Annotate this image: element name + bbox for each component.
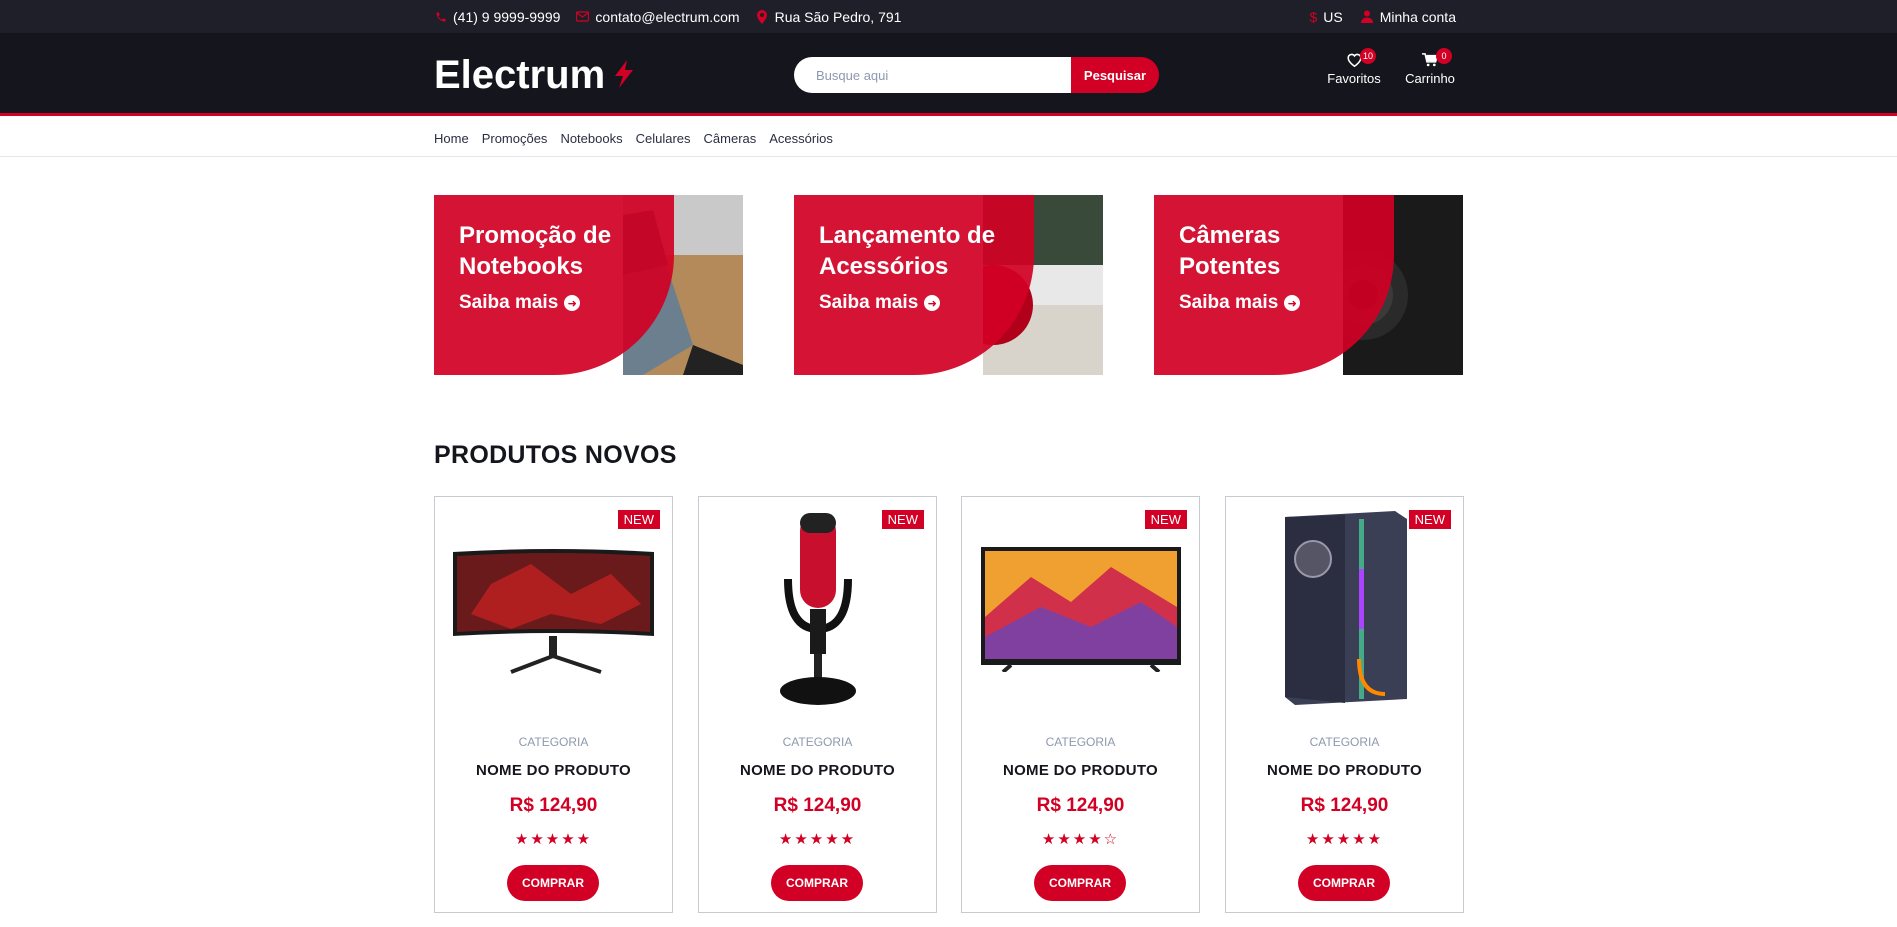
product-name[interactable]: NOME DO PRODUTO bbox=[962, 762, 1199, 779]
account-link[interactable]: Minha conta bbox=[1361, 9, 1456, 25]
product-rating: ★★★★★ bbox=[1305, 831, 1384, 848]
product-price: R$ 124,90 bbox=[1300, 795, 1389, 816]
contact-info: (41) 9 9999-9999 contato@electrum.com Ru… bbox=[434, 0, 901, 33]
promo-banner-acessorios[interactable]: Lançamento de Acessórios Saiba mais ➜ bbox=[794, 195, 1103, 375]
product-name[interactable]: NOME DO PRODUTO bbox=[1226, 762, 1463, 779]
currency-selector[interactable]: $ US bbox=[1309, 9, 1342, 25]
product-card[interactable]: NEW CATEGORIA NOME DO PRODUTO R$ 124,90 … bbox=[1225, 496, 1464, 913]
nav-item-cameras[interactable]: Câmeras bbox=[704, 131, 757, 146]
cart-label: Carrinho bbox=[1405, 71, 1455, 86]
microphone-icon bbox=[711, 509, 924, 709]
buy-button[interactable]: COMPRAR bbox=[1034, 865, 1126, 901]
account-text: Minha conta bbox=[1379, 8, 1456, 25]
promo-cta-text: Saiba mais bbox=[1179, 292, 1279, 313]
pc-case-icon bbox=[1238, 509, 1451, 709]
arrow-circle-right-icon: ➜ bbox=[924, 295, 941, 311]
promo-title-line2: Acessórios bbox=[819, 253, 949, 280]
envelope-icon bbox=[576, 10, 590, 23]
cart-count-badge: 0 bbox=[1436, 48, 1452, 64]
promo-title: Lançamento de Acessórios bbox=[819, 220, 1049, 282]
lightning-icon bbox=[613, 53, 635, 98]
email-text: contato@electrum.com bbox=[595, 8, 740, 25]
phone-link[interactable]: (41) 9 9999-9999 bbox=[434, 9, 560, 25]
promo-cta-text: Saiba mais bbox=[459, 292, 559, 313]
nav-list: Home Promoções Notebooks Celulares Câmer… bbox=[434, 119, 833, 157]
arrow-circle-right-icon: ➜ bbox=[1284, 295, 1301, 311]
search-form: Pesquisar bbox=[794, 57, 1159, 93]
nav-item-acessorios[interactable]: Acessórios bbox=[769, 131, 833, 146]
address-text: Rua São Pedro, 791 bbox=[774, 8, 902, 25]
product-name[interactable]: NOME DO PRODUTO bbox=[435, 762, 672, 779]
address-link[interactable]: Rua São Pedro, 791 bbox=[756, 8, 902, 25]
main-navigation: Home Promoções Notebooks Celulares Câmer… bbox=[0, 119, 1897, 157]
cart-button[interactable]: 0 Carrinho bbox=[1402, 48, 1458, 86]
promo-title-line1: Câmeras bbox=[1179, 222, 1281, 249]
favorites-count-badge: 10 bbox=[1360, 48, 1376, 64]
arrow-circle-right-icon: ➜ bbox=[564, 295, 581, 311]
promo-title-line2: Potentes bbox=[1179, 253, 1281, 280]
header-actions: 10 Favoritos 0 Carrinho bbox=[1326, 48, 1458, 86]
buy-button[interactable]: COMPRAR bbox=[1298, 865, 1390, 901]
product-rating: ★★★★★ bbox=[514, 831, 593, 848]
promo-cta-link[interactable]: Saiba mais ➜ bbox=[1179, 292, 1301, 314]
product-card[interactable]: NEW CATEGORIA NOME DO PRODUTO R$ 124,90 … bbox=[698, 496, 937, 913]
promo-title: Promoção de Notebooks bbox=[459, 220, 689, 282]
nav-item-celulares[interactable]: Celulares bbox=[636, 131, 691, 146]
buy-button[interactable]: COMPRAR bbox=[507, 865, 599, 901]
product-category: CATEGORIA bbox=[1309, 735, 1380, 749]
top-bar: (41) 9 9999-9999 contato@electrum.com Ru… bbox=[0, 0, 1897, 33]
favorites-button[interactable]: 10 Favoritos bbox=[1326, 48, 1382, 86]
product-category: CATEGORIA bbox=[1045, 735, 1116, 749]
user-icon bbox=[1361, 10, 1374, 23]
nav-item-notebooks[interactable]: Notebooks bbox=[560, 131, 622, 146]
promo-banner-cameras[interactable]: Câmeras Potentes Saiba mais ➜ bbox=[1154, 195, 1463, 375]
product-rating: ★★★★★ bbox=[778, 831, 857, 848]
curved-monitor-icon bbox=[447, 509, 660, 709]
main-header: Electrum Pesquisar 10 Favoritos 0 Carrin… bbox=[0, 33, 1897, 116]
currency-text: US bbox=[1323, 8, 1343, 25]
product-price: R$ 124,90 bbox=[773, 795, 862, 816]
buy-button[interactable]: COMPRAR bbox=[771, 865, 863, 901]
product-rating: ★★★★☆ bbox=[1041, 831, 1120, 848]
promo-cta-link[interactable]: Saiba mais ➜ bbox=[819, 292, 941, 314]
tv-icon bbox=[974, 509, 1187, 709]
phone-text: (41) 9 9999-9999 bbox=[453, 8, 561, 25]
promo-cta-text: Saiba mais bbox=[819, 292, 919, 313]
logo[interactable]: Electrum bbox=[434, 53, 635, 98]
section-title: PRODUTOS NOVOS bbox=[434, 441, 677, 469]
new-badge: NEW bbox=[617, 510, 660, 529]
nav-item-home[interactable]: Home bbox=[434, 131, 469, 146]
promo-cta-link[interactable]: Saiba mais ➜ bbox=[459, 292, 581, 314]
product-category: CATEGORIA bbox=[518, 735, 589, 749]
promo-title: Câmeras Potentes bbox=[1179, 220, 1409, 282]
promo-title-line1: Lançamento de bbox=[819, 222, 996, 249]
new-badge: NEW bbox=[1408, 510, 1451, 529]
product-card[interactable]: NEW CATEGORIA NOME DO PRODUTO R$ 124,90 … bbox=[434, 496, 673, 913]
search-input[interactable] bbox=[794, 57, 1071, 93]
dollar-icon: $ bbox=[1309, 8, 1318, 25]
favorites-label: Favoritos bbox=[1327, 71, 1381, 86]
email-link[interactable]: contato@electrum.com bbox=[576, 8, 740, 25]
product-name[interactable]: NOME DO PRODUTO bbox=[699, 762, 936, 779]
product-price: R$ 124,90 bbox=[1036, 795, 1125, 816]
search-button[interactable]: Pesquisar bbox=[1071, 57, 1159, 93]
new-badge: NEW bbox=[1144, 510, 1187, 529]
product-price: R$ 124,90 bbox=[509, 795, 598, 816]
product-card[interactable]: NEW CATEGORIA NOME DO PRODUTO R$ 124,90 … bbox=[961, 496, 1200, 913]
topbar-right: $ US Minha conta bbox=[1309, 0, 1456, 33]
new-badge: NEW bbox=[881, 510, 924, 529]
promo-title-line2: Notebooks bbox=[459, 253, 584, 280]
promo-title-line1: Promoção de bbox=[459, 222, 612, 249]
nav-item-promocoes[interactable]: Promoções bbox=[482, 131, 548, 146]
phone-icon bbox=[434, 10, 447, 23]
promo-banner-notebooks[interactable]: Promoção de Notebooks Saiba mais ➜ bbox=[434, 195, 743, 375]
logo-text: Electrum bbox=[434, 53, 606, 97]
product-category: CATEGORIA bbox=[782, 735, 853, 749]
map-marker-icon bbox=[756, 9, 769, 24]
